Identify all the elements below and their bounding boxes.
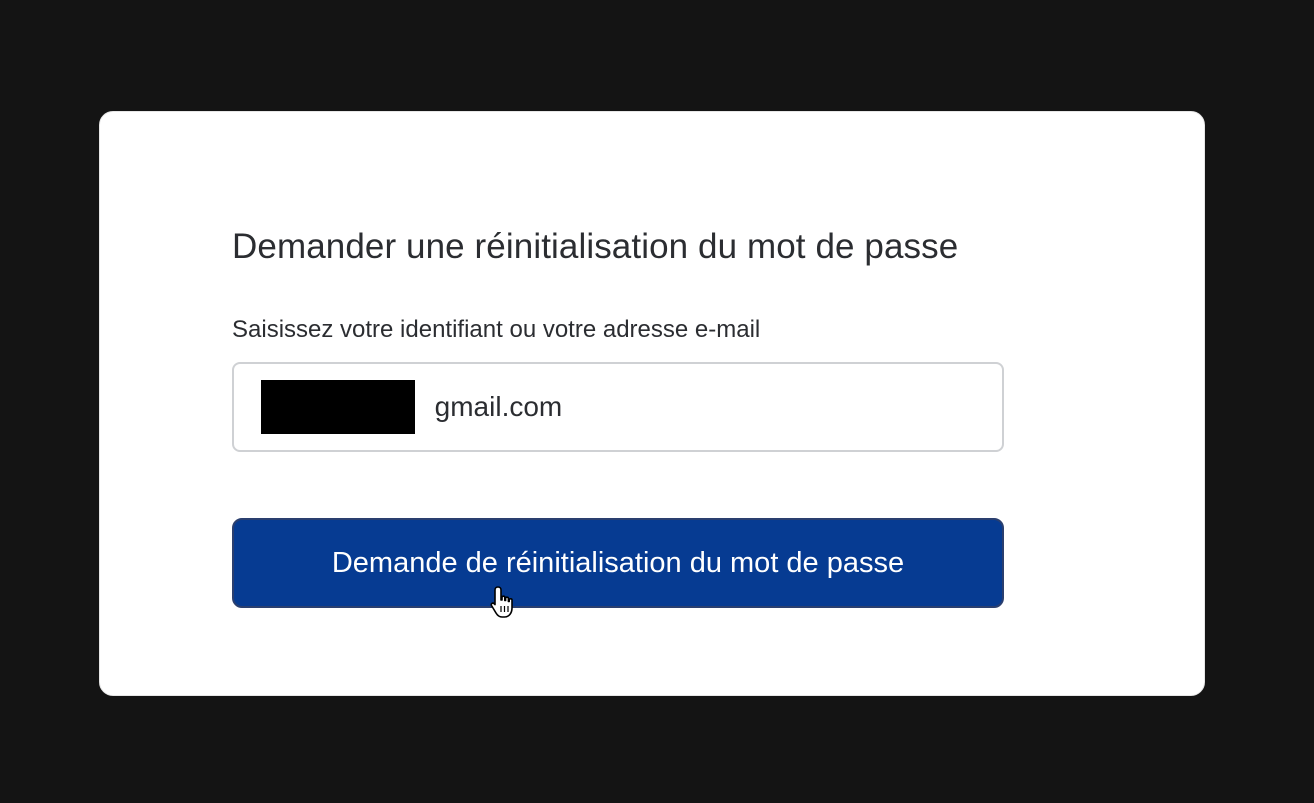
login-field-label: Saisissez votre identifiant ou votre adr… — [232, 316, 761, 343]
reset-password-button[interactable]: Demande de réinitialisation du mot de pa… — [232, 518, 1004, 608]
reset-password-card: Demander une réinitialisation du mot de … — [99, 111, 1205, 696]
page-backdrop: Demander une réinitialisation du mot de … — [0, 0, 1314, 803]
page-title: Demander une réinitialisation du mot de … — [232, 227, 959, 266]
login-email-field[interactable]: lxxxxxxxxxx@gmail.com — [232, 362, 1004, 452]
login-email-value: lxxxxxxxxxx@gmail.com — [260, 364, 563, 450]
login-email-visible-part: gmail.com — [434, 391, 563, 422]
